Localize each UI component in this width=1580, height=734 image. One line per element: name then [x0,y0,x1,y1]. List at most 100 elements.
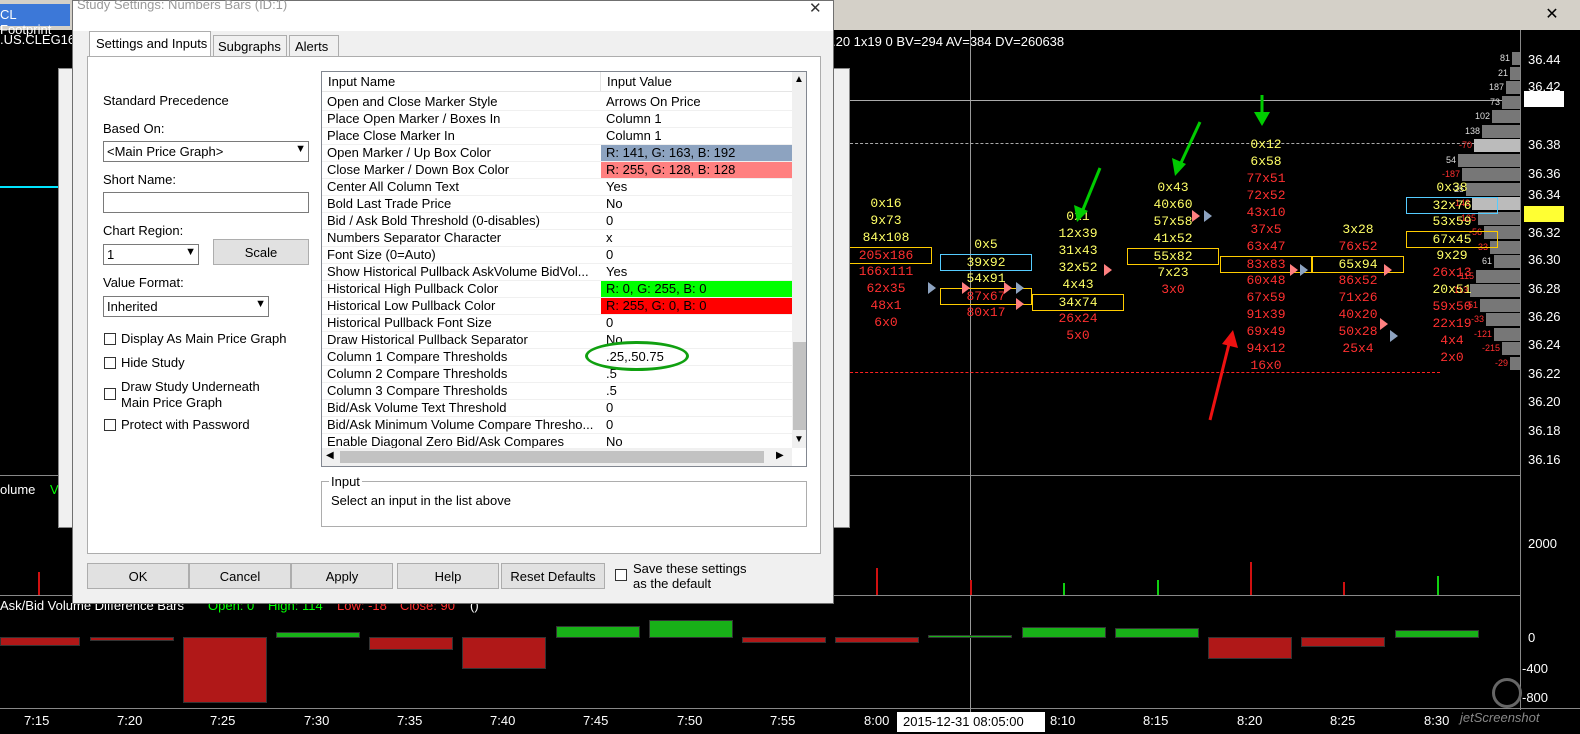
input-value[interactable]: Column 1 [601,128,792,144]
hide-study-label: Hide Study [121,355,185,370]
input-row[interactable]: Historical High Pullback Color R: 0, G: 2… [322,281,792,298]
input-value[interactable]: Column 1 [601,111,792,127]
input-name: Historical Low Pullback Color [327,298,496,313]
diff-bar [90,637,174,641]
short-name-input[interactable] [103,192,309,213]
input-name: Historical High Pullback Color [327,281,499,296]
profile-value: 81 [1499,53,1510,63]
profile-value: 138 [1464,125,1480,136]
input-value[interactable]: .5 [601,383,792,399]
dialog-close-icon[interactable]: ✕ [809,0,822,17]
tab-settings-and-inputs[interactable]: Settings and Inputs [89,31,211,57]
input-value[interactable]: 0 [601,213,792,229]
annotation-arrows [1074,95,1270,421]
profile-bar [1458,153,1520,167]
marker-triangle [928,282,936,294]
time-tick: 8:00 [864,713,890,728]
reset-defaults-button[interactable]: Reset Defaults [501,563,605,589]
save-default-checkbox[interactable] [615,569,627,581]
input-row[interactable]: Font Size (0=Auto) 0 [322,247,792,264]
crosshair-vertical [970,30,971,720]
scale-button[interactable]: Scale [213,239,309,265]
volume-bar [876,568,878,595]
apply-button[interactable]: Apply [291,563,393,589]
scrollbar-thumb[interactable] [793,342,806,430]
input-value[interactable]: x [601,230,792,246]
ok-button[interactable]: OK [87,563,189,589]
input-value[interactable]: R: 255, G: 0, B: 0 [601,298,792,314]
diff-bar [0,637,80,646]
short-name-label: Short Name: [103,172,176,187]
input-row[interactable]: Close Marker / Down Box Color R: 255, G: … [322,162,792,179]
input-row[interactable]: Open and Close Marker Style Arrows On Pri… [322,94,792,111]
input-row[interactable]: Column 1 Compare Thresholds .25,.50.75 [322,349,792,366]
input-value[interactable]: Arrows On Price [601,94,792,110]
volume-bar [1250,562,1252,595]
diff-bar [369,637,453,650]
diff-bar [742,637,826,643]
chart-tab[interactable]: CL Footprint [0,4,70,37]
input-row[interactable]: Historical Low Pullback Color R: 255, G: … [322,298,792,315]
tab-subgraphs[interactable]: Subgraphs [213,35,287,57]
footprint-cell: 2x0 [1440,350,1464,365]
input-value[interactable]: R: 141, G: 163, B: 192 [601,145,792,161]
diff-bar [183,637,267,703]
input-value[interactable]: 0 [601,417,792,433]
input-row[interactable]: Open Marker / Up Box Color R: 141, G: 163… [322,145,792,162]
input-row[interactable]: Center All Column Text Yes [322,179,792,196]
main-close-icon[interactable]: ✕ [1530,4,1574,26]
footprint-cell: 67x45 [1406,231,1498,248]
input-row[interactable]: Bid / Ask Bold Threshold (0-disables) 0 [322,213,792,230]
scroll-up-icon[interactable]: ▲ [794,74,804,85]
input-value[interactable]: No [601,196,792,212]
time-tick: 7:55 [770,713,796,728]
hide-study-checkbox[interactable] [104,357,116,369]
marker-triangle [1300,264,1308,276]
input-value[interactable]: R: 0, G: 255, B: 0 [601,281,792,297]
input-row[interactable]: Place Open Marker / Boxes In Column 1 [322,111,792,128]
input-row[interactable]: Historical Pullback Font Size 0 [322,315,792,332]
input-row[interactable]: Show Historical Pullback AskVolume BidVo… [322,264,792,281]
input-row[interactable]: Draw Historical Pullback Separator No [322,332,792,349]
scroll-left-icon[interactable]: ◀ [326,450,334,461]
scroll-down-icon[interactable]: ▼ [794,434,804,445]
input-value[interactable]: 0 [601,400,792,416]
based-on-select[interactable]: <Main Price Graph> ▼ [103,141,309,162]
input-name: Center All Column Text [327,179,459,194]
chart-region-select[interactable]: 1 ▼ [103,244,199,265]
tab-alerts[interactable]: Alerts [289,35,339,57]
diff-axis-tick: 0 [1528,630,1536,645]
input-value[interactable]: Yes [601,264,792,280]
time-tick: 7:20 [117,713,143,728]
price-tick: 36.44 [1528,52,1561,67]
diff-axis-tick: -800 [1522,690,1549,705]
marker-triangle [1380,318,1388,330]
value-format-select[interactable]: Inherited ▼ [103,296,269,317]
display-as-main-checkbox[interactable] [104,333,116,345]
input-value[interactable]: R: 255, G: 128, B: 128 [601,162,792,178]
input-value[interactable]: 0 [601,315,792,331]
footprint-cell: 25x4 [1342,341,1374,356]
horizontal-scrollbar[interactable]: ◀ ▶ [322,448,792,466]
price-tick: 36.28 [1528,281,1561,296]
hscroll-thumb[interactable] [340,451,764,463]
input-value[interactable]: Yes [601,179,792,195]
input-value[interactable]: 0 [601,247,792,263]
help-button[interactable]: Help [397,563,499,589]
inputs-grid[interactable]: Input Name Input Value Open and Close Ma… [321,71,807,467]
input-row[interactable]: Bold Last Trade Price No [322,196,792,213]
time-tick: 7:35 [397,713,423,728]
input-row[interactable]: Bid/Ask Minimum Volume Compare Thresho..… [322,417,792,434]
input-row[interactable]: Bid/Ask Volume Text Threshold 0 [322,400,792,417]
chart-region-label: Chart Region: [103,223,184,238]
cancel-button[interactable]: Cancel [189,563,291,589]
input-row[interactable]: Numbers Separator Character x [322,230,792,247]
vertical-scrollbar[interactable]: ▲ ▼ [792,72,806,448]
input-row[interactable]: Column 2 Compare Thresholds .5 [322,366,792,383]
protect-password-checkbox[interactable] [104,419,116,431]
input-row[interactable]: Column 3 Compare Thresholds .5 [322,383,792,400]
input-row[interactable]: Place Close Marker In Column 1 [322,128,792,145]
input-help-text: Select an input in the list above [331,493,511,508]
scroll-right-icon[interactable]: ▶ [776,450,784,461]
draw-underneath-checkbox[interactable] [104,388,116,400]
